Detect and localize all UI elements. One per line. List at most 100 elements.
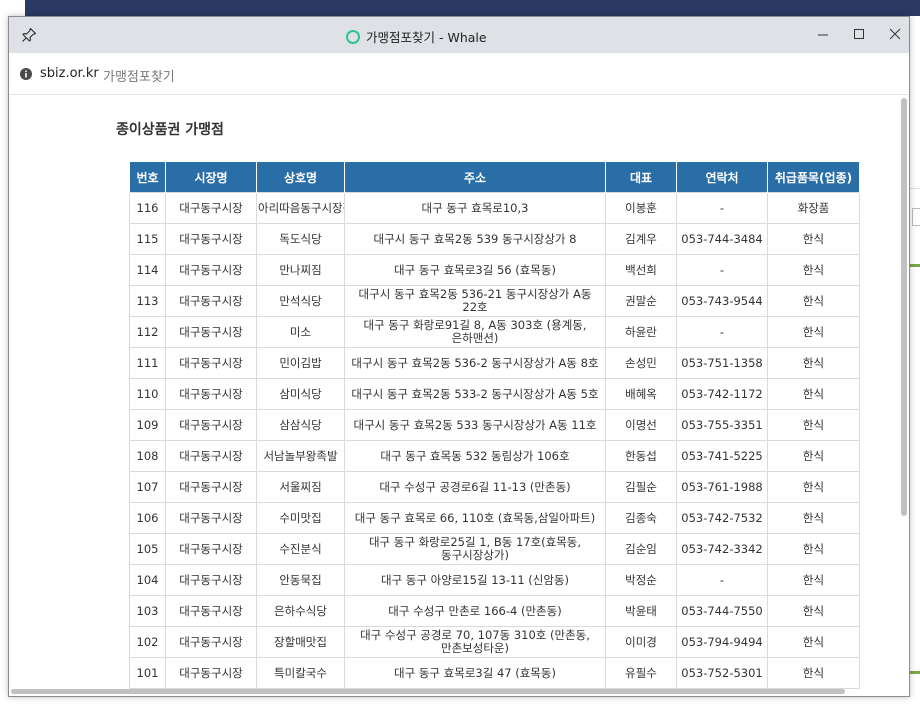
- maximize-button[interactable]: [845, 21, 873, 47]
- cell-shop-name: 서남놀부왕족발: [256, 440, 345, 472]
- cell-number: 114: [129, 254, 166, 286]
- table-row: 103 대구동구시장 은하수식당 대구 수성구 만촌로 166-4 (만촌동) 박윤태 0…: [129, 595, 860, 627]
- cell-owner: 김종숙: [605, 502, 677, 534]
- cell-shop-name: 수진분식: [256, 533, 345, 565]
- background-accent-line: [909, 671, 920, 674]
- column-header-phone: 연락처: [676, 161, 768, 193]
- cell-phone: 053-743-9544: [676, 285, 768, 317]
- column-header-address: 주소: [344, 161, 606, 193]
- cell-number: 108: [129, 440, 166, 472]
- cell-phone: -: [676, 254, 768, 286]
- minimize-button[interactable]: [809, 21, 837, 47]
- background-input: [912, 208, 920, 226]
- cell-market: 대구동구시장: [165, 626, 257, 658]
- cell-market: 대구동구시장: [165, 533, 257, 565]
- cell-address: 대구 동구 화랑로91길 8, A동 303호 (용계동,은하맨션): [344, 316, 606, 348]
- cell-shop-name: 삼삼식당: [256, 409, 345, 441]
- cell-category: 한식: [767, 533, 860, 565]
- cell-phone: 053-742-7532: [676, 502, 768, 534]
- cell-address: 대구 동구 아양로15길 13-11 (신암동): [344, 564, 606, 596]
- cell-shop-name: 독도식당: [256, 223, 345, 255]
- cell-shop-name: 아리따음동구시장점: [256, 192, 345, 224]
- column-header-number: 번호: [129, 161, 166, 193]
- horizontal-scrollbar-thumb[interactable]: [11, 689, 845, 694]
- cell-number: 102: [129, 626, 166, 658]
- cell-category: 한식: [767, 285, 860, 317]
- cell-address: 대구시 동구 효목2동 536-21 동구시장상가 A동 22호: [344, 285, 606, 317]
- window-title: 가맹점포찾기 - Whale: [366, 30, 487, 45]
- cell-category: 한식: [767, 564, 860, 596]
- cell-address: 대구시 동구 효목2동 533 동구시장상가 A동 11호: [344, 409, 606, 441]
- table-row: 113 대구동구시장 만석식당 대구시 동구 효목2동 536-21 동구시장상가 A…: [129, 285, 860, 317]
- cell-market: 대구동구시장: [165, 254, 257, 286]
- cell-market: 대구동구시장: [165, 471, 257, 503]
- cell-address: 대구 동구 효목로10,3: [344, 192, 606, 224]
- cell-owner: 김순임: [605, 533, 677, 565]
- cell-market: 대구동구시장: [165, 502, 257, 534]
- cell-owner: 배혜옥: [605, 378, 677, 410]
- cell-number: 109: [129, 409, 166, 441]
- cell-address: 대구 동구 효목로3길 47 (효목동): [344, 657, 606, 689]
- cell-category: 한식: [767, 626, 860, 658]
- cell-owner: 박윤태: [605, 595, 677, 627]
- pin-icon[interactable]: [21, 27, 37, 43]
- horizontal-scrollbar[interactable]: [9, 686, 899, 696]
- cell-market: 대구동구시장: [165, 409, 257, 441]
- popup-window: 가맹점포찾기 - Whale sbiz.or.kr 가맹점포찾기 종이상품권 가…: [8, 16, 910, 697]
- table-row: 107 대구동구시장 서울찌짐 대구 수성구 공경로6길 11-13 (만촌동) 김필순…: [129, 471, 860, 503]
- cell-address: 대구시 동구 효목2동 536-2 동구시장상가 A동 8호: [344, 347, 606, 379]
- cell-market: 대구동구시장: [165, 316, 257, 348]
- cell-number: 101: [129, 657, 166, 689]
- column-header-shop-name: 상호명: [256, 161, 345, 193]
- page-content: 종이상품권 가맹점 번호 시장명 상호명 주소 대표 연락처 취급품목(업종) …: [9, 96, 909, 696]
- close-button[interactable]: [881, 21, 909, 47]
- vertical-scrollbar[interactable]: [899, 96, 909, 691]
- cell-number: 105: [129, 533, 166, 565]
- address-host: sbiz.or.kr: [40, 66, 99, 81]
- cell-address: 대구 수성구 공경로6길 11-13 (만촌동): [344, 471, 606, 503]
- cell-category: 한식: [767, 254, 860, 286]
- cell-number: 103: [129, 595, 166, 627]
- cell-shop-name: 삼미식당: [256, 378, 345, 410]
- cell-category: 한식: [767, 595, 860, 627]
- cell-category: 한식: [767, 657, 860, 689]
- address-bar[interactable]: sbiz.or.kr 가맹점포찾기: [9, 53, 909, 95]
- cell-market: 대구동구시장: [165, 564, 257, 596]
- cell-shop-name: 수미맛집: [256, 502, 345, 534]
- cell-owner: 이봉훈: [605, 192, 677, 224]
- cell-number: 113: [129, 285, 166, 317]
- cell-market: 대구동구시장: [165, 223, 257, 255]
- cell-phone: 053-794-9494: [676, 626, 768, 658]
- cell-category: 한식: [767, 316, 860, 348]
- window-title-group: 가맹점포찾기 - Whale: [346, 27, 487, 46]
- cell-owner: 이미경: [605, 626, 677, 658]
- cell-address: 대구 동구 효목로 66, 110호 (효목동,삼일아파트): [344, 502, 606, 534]
- cell-market: 대구동구시장: [165, 347, 257, 379]
- cell-shop-name: 은하수식당: [256, 595, 345, 627]
- site-info-icon[interactable]: [20, 68, 32, 80]
- table-row: 106 대구동구시장 수미맛집 대구 동구 효목로 66, 110호 (효목동,삼일아…: [129, 502, 860, 534]
- table-row: 111 대구동구시장 민이김밥 대구시 동구 효목2동 536-2 동구시장상가 A동…: [129, 347, 860, 379]
- cell-number: 112: [129, 316, 166, 348]
- cell-phone: -: [676, 192, 768, 224]
- cell-phone: -: [676, 564, 768, 596]
- table-row: 102 대구동구시장 장할매맛집 대구 수성구 공경로 70, 107동 310호 (…: [129, 626, 860, 658]
- cell-number: 116: [129, 192, 166, 224]
- cell-number: 115: [129, 223, 166, 255]
- cell-market: 대구동구시장: [165, 192, 257, 224]
- cell-address: 대구 동구 효목동 532 동림상가 106호: [344, 440, 606, 472]
- table-header-row: 번호 시장명 상호명 주소 대표 연락처 취급품목(업종): [129, 161, 860, 193]
- vertical-scrollbar-thumb[interactable]: [901, 98, 907, 516]
- background-header-bar: [25, 0, 920, 16]
- cell-owner: 백선희: [605, 254, 677, 286]
- cell-owner: 유필수: [605, 657, 677, 689]
- cell-market: 대구동구시장: [165, 595, 257, 627]
- cell-category: 한식: [767, 347, 860, 379]
- cell-address: 대구 수성구 공경로 70, 107동 310호 (만촌동,만촌보성타운): [344, 626, 606, 658]
- cell-address: 대구 수성구 만촌로 166-4 (만촌동): [344, 595, 606, 627]
- cell-number: 106: [129, 502, 166, 534]
- table-row: 115 대구동구시장 독도식당 대구시 동구 효목2동 539 동구시장상가 8 김계우…: [129, 223, 860, 255]
- cell-shop-name: 특미칼국수: [256, 657, 345, 689]
- table-row: 109 대구동구시장 삼삼식당 대구시 동구 효목2동 533 동구시장상가 A동 1…: [129, 409, 860, 441]
- cell-owner: 하윤란: [605, 316, 677, 348]
